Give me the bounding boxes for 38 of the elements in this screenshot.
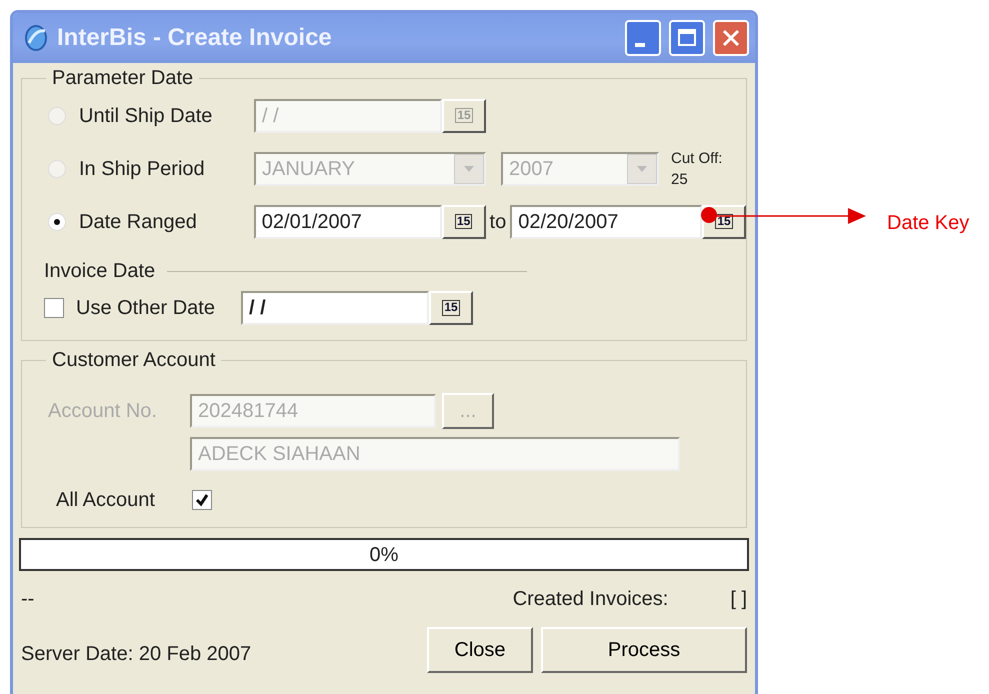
created-count: [ ] — [730, 587, 747, 612]
cutoff-value: 25 — [671, 170, 689, 190]
process-button[interactable]: Process — [541, 627, 747, 673]
check-icon — [195, 493, 209, 507]
close-icon — [721, 28, 741, 48]
group-label: Customer Account — [51, 349, 216, 371]
field-label: Account No. — [48, 399, 158, 424]
radio-button[interactable] — [48, 212, 66, 230]
dropdown-arrow-icon — [636, 164, 648, 172]
created-label: Created Invoices: — [512, 587, 668, 612]
date-field[interactable]: 02/01/2007 — [254, 204, 442, 238]
status-text: -- — [21, 587, 34, 612]
to-label: to — [490, 210, 506, 234]
calendar-button[interactable]: 15 — [429, 291, 473, 325]
minimize-button[interactable] — [625, 20, 661, 56]
checkbox[interactable] — [44, 298, 64, 318]
globe-icon — [23, 25, 49, 51]
date-field[interactable]: / / — [241, 291, 429, 325]
dropdown-arrow-icon — [463, 164, 475, 172]
option-label: In Ship Period — [79, 156, 206, 182]
section-label: Invoice Date — [44, 259, 156, 284]
checkbox-label: All Account — [56, 488, 156, 513]
option-label: Until Ship Date — [79, 104, 214, 128]
minimize-icon — [635, 43, 645, 47]
progress-text: 0% — [370, 542, 398, 568]
date-field[interactable]: 02/20/2007 — [510, 204, 702, 238]
checkbox-label: Use Other Date — [76, 296, 216, 321]
close-button[interactable] — [713, 20, 749, 56]
calendar-button[interactable]: 15 — [442, 204, 486, 238]
callout-label: Date Key — [887, 211, 970, 236]
server-date: Server Date: 20 Feb 2007 — [21, 642, 252, 667]
cutoff-label: Cut Off: — [671, 148, 722, 168]
close-dialog-button[interactable]: Close — [427, 627, 533, 673]
maximize-button[interactable] — [669, 20, 705, 56]
group-label: Parameter Date — [51, 67, 194, 89]
window-title: InterBis - Create Invoice — [57, 23, 333, 53]
option-label: Date Ranged — [79, 210, 198, 234]
maximize-icon — [677, 28, 697, 48]
